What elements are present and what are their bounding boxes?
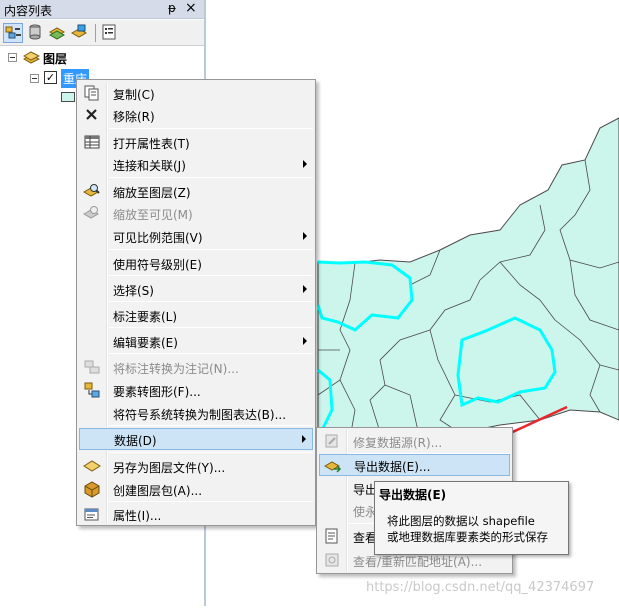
view-metadata-icon bbox=[323, 527, 341, 545]
pin-icon[interactable]: ᵽ bbox=[168, 1, 176, 15]
submenu-arrow-icon bbox=[303, 160, 307, 168]
province-region bbox=[317, 117, 619, 441]
layer-package-icon bbox=[83, 480, 101, 498]
menu-item-use-symbol-levels[interactable]: 使用符号级别(E) bbox=[79, 252, 313, 274]
menu-item-joins-relates[interactable]: 连接和关联(J) bbox=[79, 153, 313, 175]
menu-item-copy[interactable]: 复制(C) bbox=[79, 82, 313, 104]
list-by-selection-icon[interactable] bbox=[70, 23, 90, 43]
export-data-tooltip: 导出数据(E) 将此图层的数据以 shapefile 或地理数据库要素类的形式保… bbox=[374, 481, 569, 555]
submenu-arrow-icon bbox=[302, 435, 306, 443]
features-to-graphics-icon bbox=[83, 381, 101, 399]
menu-item-repair-data-source[interactable]: 修复数据源(R)... bbox=[319, 430, 510, 452]
menu-item-remove[interactable]: 移除(R) bbox=[79, 104, 313, 126]
properties-icon bbox=[83, 505, 101, 523]
toc-title: 内容列表 bbox=[4, 4, 53, 18]
layer-symbol-swatch[interactable] bbox=[61, 92, 75, 102]
zoom-to-layer-icon bbox=[82, 182, 101, 200]
submenu-arrow-icon bbox=[303, 232, 307, 240]
list-by-visibility-icon[interactable] bbox=[48, 23, 68, 43]
menu-item-data[interactable]: 数据(D) bbox=[79, 428, 313, 450]
collapse-layers-toggle[interactable] bbox=[8, 53, 17, 62]
watermark-text: https://blog.csdn.net/qq_42374697 bbox=[366, 580, 595, 595]
menu-item-edit-features[interactable]: 编辑要素(E) bbox=[79, 330, 313, 352]
layer-visibility-checkbox[interactable]: ✓ bbox=[44, 71, 57, 84]
menu-item-label-features[interactable]: 标注要素(L) bbox=[79, 304, 313, 326]
menu-item-zoom-to-visible[interactable]: 缩放至可见(M) bbox=[79, 202, 313, 224]
tooltip-line-2: 或地理数据库要素类的形式保存 bbox=[387, 530, 548, 544]
table-icon bbox=[83, 133, 101, 151]
export-data-icon bbox=[323, 457, 342, 475]
collapse-layer-toggle[interactable] bbox=[30, 74, 39, 83]
list-by-drawing-order-icon[interactable] bbox=[3, 23, 23, 43]
toc-title-bar: 内容列表 ᵽ × bbox=[0, 0, 204, 19]
layers-root-label[interactable]: 图层 bbox=[43, 50, 67, 67]
rematch-addresses-icon bbox=[323, 551, 341, 569]
toc-toolbar bbox=[0, 20, 204, 46]
tooltip-body: 将此图层的数据以 shapefile 或地理数据库要素类的形式保存 bbox=[387, 513, 548, 545]
tooltip-line-1: 将此图层的数据以 shapefile bbox=[387, 514, 535, 528]
menu-item-open-attribute-table[interactable]: 打开属性表(T) bbox=[79, 131, 313, 153]
options-icon[interactable] bbox=[100, 23, 120, 43]
submenu-arrow-icon bbox=[303, 337, 307, 345]
menu-item-export-data[interactable]: 导出数据(E)... bbox=[319, 454, 510, 476]
close-icon[interactable]: × bbox=[185, 0, 197, 16]
menu-item-properties[interactable]: 属性(I)... bbox=[79, 503, 313, 525]
menu-item-visible-scale-range[interactable]: 可见比例范围(V) bbox=[79, 225, 313, 247]
menu-item-selection[interactable]: 选择(S) bbox=[79, 278, 313, 300]
repair-data-source-icon bbox=[323, 432, 341, 450]
copy-icon bbox=[83, 84, 101, 102]
submenu-arrow-icon bbox=[303, 285, 307, 293]
menu-item-features-to-graphics[interactable]: 要素转图形(F)... bbox=[79, 379, 313, 401]
menu-item-create-layer-package[interactable]: 创建图层包(A)... bbox=[79, 478, 313, 500]
tooltip-title: 导出数据(E) bbox=[379, 488, 447, 502]
save-layer-icon bbox=[83, 457, 101, 475]
menu-item-convert-symbology[interactable]: 将符号系统转换为制图表达(B)... bbox=[79, 402, 313, 424]
menu-item-save-as-layer-file[interactable]: 另存为图层文件(Y)... bbox=[79, 455, 313, 477]
list-by-source-icon[interactable] bbox=[26, 23, 46, 43]
menu-item-convert-labels[interactable]: 将标注转换为注记(N)... bbox=[79, 356, 313, 378]
layer-context-menu: 复制(C) 移除(R) 打开属性表(T) 连接和关联(J) 缩放至图层(Z) 缩… bbox=[76, 79, 316, 526]
menu-item-zoom-to-layer[interactable]: 缩放至图层(Z) bbox=[79, 180, 313, 202]
layers-icon bbox=[22, 50, 41, 65]
convert-labels-icon bbox=[83, 358, 101, 376]
remove-x-icon bbox=[83, 106, 101, 124]
zoom-to-visible-icon bbox=[82, 204, 101, 222]
